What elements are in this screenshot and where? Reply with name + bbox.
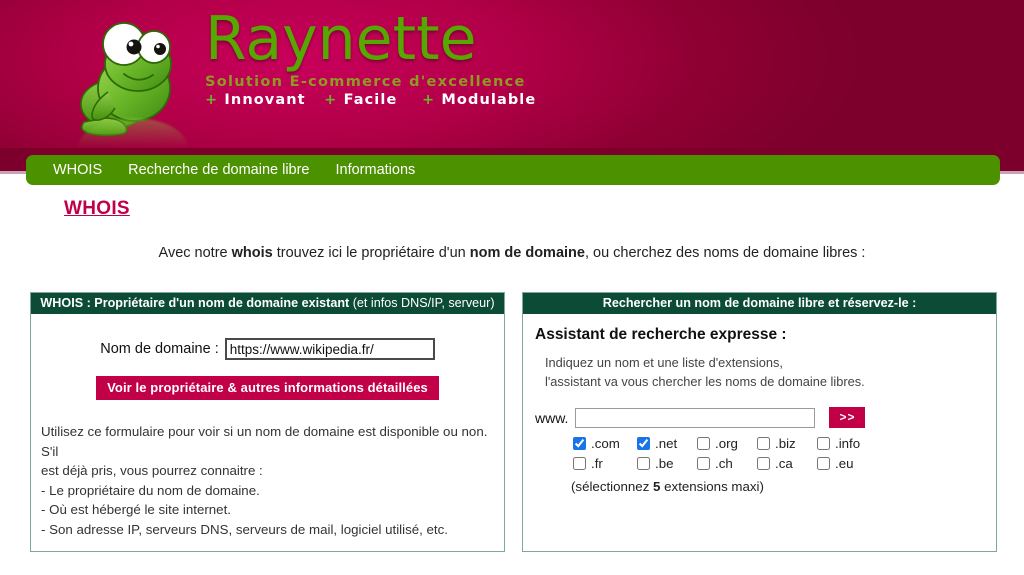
extension-option-ca[interactable]: .ca [757, 456, 817, 471]
assistant-title: Assistant de recherche expresse : [535, 326, 787, 343]
extension-label-ca[interactable]: .ca [775, 456, 793, 471]
extension-option-eu[interactable]: .eu [817, 456, 877, 471]
extension-label-net[interactable]: .net [655, 436, 677, 451]
note-suffix: extensions maxi) [660, 479, 764, 494]
help-line-5: - Son adresse IP, serveurs DNS, serveurs… [41, 521, 448, 537]
feature-innovant: Innovant [224, 92, 306, 108]
help-line-4: - Où est hébergé le site internet. [41, 502, 231, 517]
extension-checkbox-eu[interactable] [817, 457, 830, 470]
extension-option-ch[interactable]: .ch [697, 456, 757, 471]
extension-checkbox-com[interactable] [573, 437, 586, 450]
brand-tagline-primary: Solution E-commerce d'excellence [205, 74, 526, 90]
extension-label-be[interactable]: .be [655, 456, 674, 471]
assistant-description: Indiquez un nom et une liste d'extension… [545, 354, 996, 391]
extension-checkbox-info[interactable] [817, 437, 830, 450]
intro-suffix: , ou cherchez des noms de domaine libres… [584, 245, 866, 261]
whois-panel-header-title: WHOIS : Propriétaire d'un nom de domaine… [40, 296, 350, 310]
domain-search-input[interactable] [575, 407, 816, 428]
plus-icon: + [324, 92, 338, 108]
domain-search-panel-header: Rechercher un nom de domaine libre et ré… [523, 293, 996, 314]
extension-checkbox-biz[interactable] [757, 437, 770, 450]
plus-icon: + [421, 92, 436, 108]
brand-logo: Raynette Solution E-commerce d'excellenc… [205, 8, 536, 109]
extension-label-com[interactable]: .com [591, 436, 620, 451]
whois-panel-header: WHOIS : Propriétaire d'un nom de domaine… [31, 293, 504, 314]
domain-name-input[interactable] [224, 338, 435, 360]
extension-option-info[interactable]: .info [817, 436, 877, 451]
intro-paragraph: Avec notre whois trouvez ici le propriét… [0, 245, 1024, 261]
extension-checkbox-fr[interactable] [573, 457, 586, 470]
intro-prefix: Avec notre [158, 245, 232, 261]
whois-help-text: Utilisez ce formulaire pour voir si un n… [41, 422, 494, 539]
help-line-3: - Le propriétaire du nom de domaine. [41, 482, 260, 498]
extension-checkbox-ca[interactable] [757, 457, 770, 470]
view-owner-details-button[interactable]: Voir le propriétaire & autres informatio… [96, 376, 439, 400]
extension-label-eu[interactable]: .eu [835, 456, 854, 471]
page-title: WHOIS [64, 198, 130, 219]
extension-option-com[interactable]: .com [573, 436, 637, 451]
extension-checkbox-ch[interactable] [697, 457, 710, 470]
extension-label-fr[interactable]: .fr [591, 456, 603, 471]
help-line-2: est déjà pris, vous pourrez connaitre : [41, 463, 263, 478]
extension-option-be[interactable]: .be [637, 456, 697, 471]
extensions-max-note: (sélectionnez 5 extensions maxi) [571, 479, 996, 494]
feature-facile: Facile [343, 92, 398, 108]
plus-icon: + [205, 92, 219, 108]
www-prefix-label: www. [535, 409, 569, 426]
domain-field-row: Nom de domaine : [31, 338, 504, 360]
domain-search-panel: Rechercher un nom de domaine libre et ré… [522, 292, 997, 552]
extension-option-net[interactable]: .net [637, 436, 697, 451]
whois-lookup-panel: WHOIS : Propriétaire d'un nom de domaine… [30, 292, 505, 552]
extension-option-biz[interactable]: .biz [757, 436, 817, 451]
www-search-row: www. >> [535, 407, 996, 428]
extension-checkbox-org[interactable] [697, 437, 710, 450]
extensions-checkbox-grid: .com .net .org .biz .info .fr .be .ch .c… [573, 436, 996, 471]
intro-emphasis-whois: whois [231, 245, 273, 261]
extension-label-info[interactable]: .info [835, 436, 860, 451]
whois-submit-row: Voir le propriétaire & autres informatio… [31, 376, 504, 400]
note-prefix: (sélectionnez [571, 479, 654, 494]
brand-tagline-features: + Innovant + Facile + Modulable [205, 92, 536, 109]
whois-panel-body: Nom de domaine : Voir le propriétaire & … [31, 338, 504, 575]
brand-name: Raynette [205, 4, 477, 74]
extension-option-org[interactable]: .org [697, 436, 757, 451]
site-header-banner: Raynette Solution E-commerce d'excellenc… [0, 0, 1024, 148]
assistant-description-line-1: Indiquez un nom et une liste d'extension… [545, 355, 783, 370]
nav-item-recherche-domaine-libre[interactable]: Recherche de domaine libre [115, 162, 322, 178]
assistant-description-line-2: l'assistant va vous chercher les noms de… [545, 373, 865, 389]
search-submit-button[interactable]: >> [829, 407, 866, 428]
extension-label-org[interactable]: .org [715, 436, 738, 451]
extension-label-ch[interactable]: .ch [715, 456, 733, 471]
extension-option-fr[interactable]: .fr [573, 456, 637, 471]
extension-checkbox-be[interactable] [637, 457, 650, 470]
extension-label-biz[interactable]: .biz [775, 436, 796, 451]
intro-emphasis-domain: nom de domaine [469, 245, 585, 261]
extension-checkbox-net[interactable] [637, 437, 650, 450]
help-line-1: Utilisez ce formulaire pour voir si un n… [41, 424, 488, 459]
main-navigation: WHOIS Recherche de domaine libre Informa… [26, 155, 1000, 185]
domain-field-label: Nom de domaine : [100, 341, 219, 357]
nav-item-whois[interactable]: WHOIS [40, 162, 115, 178]
feature-modulable: Modulable [441, 92, 537, 108]
intro-middle: trouvez ici le propriétaire d'un [272, 245, 470, 261]
nav-item-informations[interactable]: Informations [323, 162, 429, 178]
domain-search-panel-body: Assistant de recherche expresse : Indiqu… [523, 326, 996, 563]
whois-panel-header-subtitle: (et infos DNS/IP, serveur) [349, 296, 495, 310]
